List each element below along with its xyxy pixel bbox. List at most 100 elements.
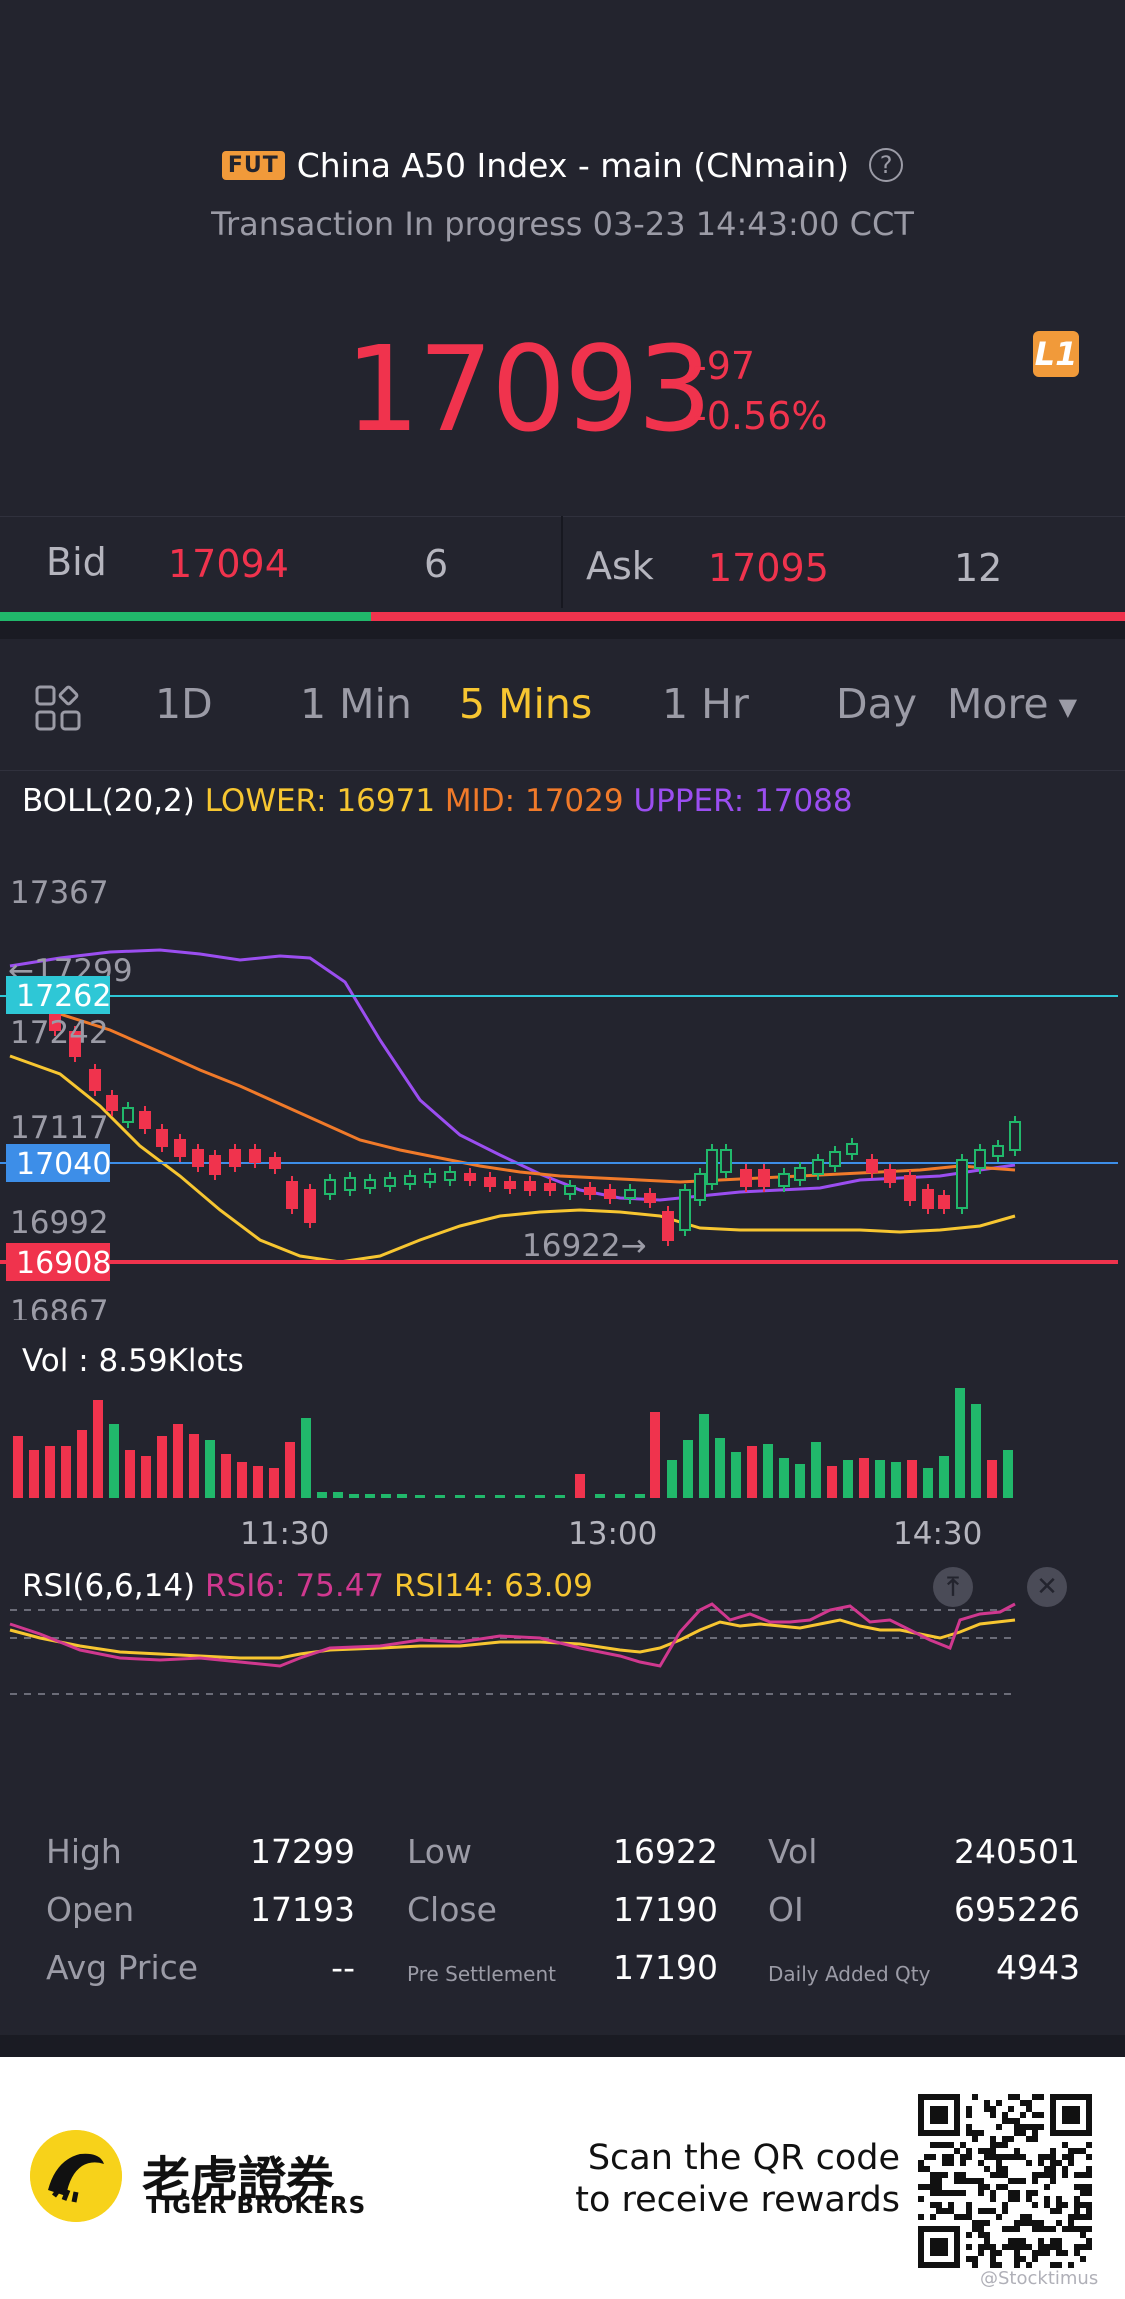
candle (209, 1155, 221, 1175)
volume-bar (907, 1460, 917, 1498)
volume-chart[interactable] (0, 1380, 1125, 1500)
volume-bar (13, 1436, 23, 1498)
ref-tag-cyan-text: 17262 (16, 979, 111, 1014)
grid-icon[interactable] (35, 685, 81, 731)
volume-bar (333, 1492, 343, 1498)
watermark: @Stocktimus (980, 2268, 1099, 2289)
candle (106, 1095, 118, 1111)
tab-1-hr[interactable]: 1 Hr (662, 680, 749, 728)
candle (444, 1171, 456, 1181)
volume-bar (61, 1446, 71, 1498)
volume-bar (365, 1494, 375, 1498)
tab-1-min[interactable]: 1 Min (300, 680, 412, 728)
stat-high-label: High (46, 1832, 122, 1871)
bid-ratio-fill (0, 612, 372, 621)
candle (706, 1149, 718, 1185)
level-badge-icon[interactable]: L1 (1033, 331, 1079, 377)
candle (866, 1159, 878, 1173)
stat-vol: 240501 (954, 1832, 1080, 1871)
candle (662, 1211, 674, 1241)
candle (304, 1189, 316, 1223)
title-row: FUT China A50 Index - main (CNmain) ? (0, 140, 1125, 190)
candle (938, 1195, 950, 1209)
stat-oi-label: OI (768, 1890, 804, 1929)
candle (974, 1149, 986, 1169)
scan-text-line2: to receive rewards (575, 2180, 900, 2220)
boll-lower-line (9, 1054, 1016, 1264)
period-tabs: 1D 1 Min 5 Mins 1 Hr Day More ▼ (0, 640, 1125, 771)
tiger-logo-icon (30, 2130, 122, 2222)
footer-separator (0, 2035, 1125, 2057)
volume-bar (349, 1494, 359, 1498)
axis-label: 17367 (10, 875, 109, 911)
rsi-chart[interactable] (0, 1600, 1125, 1710)
ref-tag-red-text: 16908 (16, 1246, 111, 1281)
stat-low: 16922 (613, 1832, 718, 1871)
candle (956, 1159, 968, 1209)
volume-bar (859, 1458, 869, 1498)
volume-bar (495, 1495, 505, 1498)
candle (922, 1189, 934, 1209)
volume-bar (987, 1460, 997, 1498)
candle (192, 1149, 204, 1167)
volume-bar (29, 1450, 39, 1498)
candle (1009, 1121, 1021, 1151)
candle (584, 1187, 596, 1195)
volume-bar (381, 1494, 391, 1498)
boll-upper: UPPER: 17088 (633, 783, 853, 819)
stat-daily-added: 4943 (996, 1948, 1080, 1987)
volume-label: Vol : 8.59Klots (22, 1343, 244, 1379)
ask-label: Ask (586, 544, 654, 588)
tab-1d[interactable]: 1D (155, 680, 213, 728)
rsi-name: RSI(6,6,14) (22, 1568, 196, 1604)
axis-label: 16867 (10, 1294, 109, 1320)
candle (829, 1151, 841, 1167)
stat-presettle: 17190 (613, 1948, 718, 1987)
tab-5-mins[interactable]: 5 Mins (459, 680, 592, 728)
stat-vol-label: Vol (768, 1832, 818, 1871)
price-chart[interactable]: 17367 17242 17117 16992 16867 ←17299 169… (0, 860, 1125, 1320)
time-label: 13:00 (568, 1516, 658, 1552)
help-icon[interactable]: ? (869, 148, 904, 182)
volume-bar (515, 1495, 525, 1498)
volume-bar (923, 1468, 933, 1498)
candle (464, 1173, 476, 1181)
brand-name-en: TIGER BROKERS (146, 2193, 367, 2219)
candle (846, 1143, 858, 1155)
volume-bar (173, 1424, 183, 1498)
candle (740, 1169, 752, 1187)
ref-tag-blue-text: 17040 (16, 1147, 111, 1182)
stat-avg: -- (331, 1948, 355, 1987)
candle (269, 1157, 281, 1169)
volume-bar (45, 1446, 55, 1498)
instrument-title: China A50 Index - main (CNmain) (296, 145, 850, 185)
candle (324, 1179, 336, 1195)
candle (694, 1173, 706, 1201)
rsi14-value: RSI14: 63.09 (394, 1568, 593, 1604)
bid-ask-divider (561, 516, 563, 608)
tab-day[interactable]: Day (836, 680, 917, 728)
tab-more[interactable]: More ▼ (947, 680, 1077, 728)
volume-bar (683, 1440, 693, 1498)
boll-name: BOLL(20,2) (22, 783, 195, 819)
candle (564, 1185, 576, 1195)
candle (624, 1189, 636, 1199)
qr-code-icon (918, 2094, 1092, 2268)
volume-bar (795, 1464, 805, 1498)
volume-bar (843, 1460, 853, 1498)
volume-bar (635, 1494, 645, 1498)
volume-bar (875, 1460, 885, 1498)
volume-bar (221, 1454, 231, 1498)
volume-bar (939, 1456, 949, 1498)
scan-text-line1: Scan the QR code (587, 2138, 900, 2178)
volume-bar (1003, 1450, 1013, 1498)
stat-open: 17193 (250, 1890, 355, 1929)
ask-ratio-fill (371, 612, 1125, 621)
price-change-percent: -0.56% (693, 394, 828, 438)
candle (604, 1189, 616, 1199)
bid-ask-ratio-bar (0, 612, 1125, 621)
candle (484, 1177, 496, 1187)
candle (812, 1159, 824, 1175)
candle (344, 1177, 356, 1191)
candle (424, 1173, 436, 1183)
